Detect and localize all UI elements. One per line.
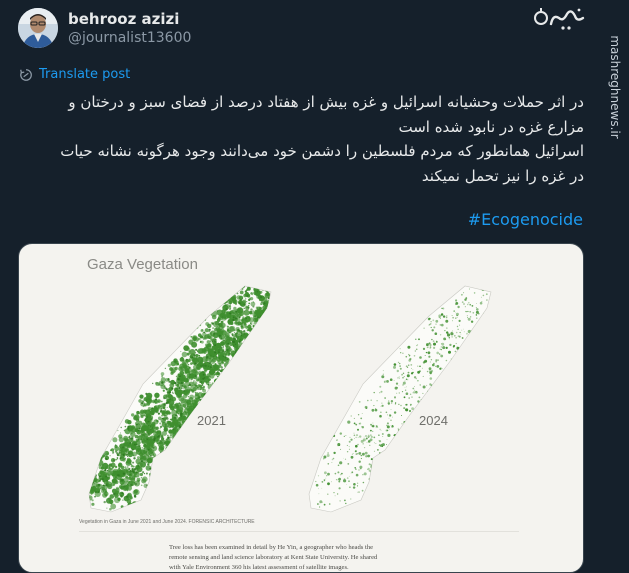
post-text: در اثر حملات وحشیانه اسرائیل و غزه بیش ا…: [18, 90, 584, 188]
post-line: در اثر حملات وحشیانه اسرائیل و غزه بیش ا…: [68, 93, 584, 111]
article-line: with Yale Environment 360 his latest ass…: [169, 564, 349, 571]
avatar-image: [18, 8, 58, 48]
post-line: اسرائیل همانطور که مردم فلسطین را دشمن خ…: [60, 142, 584, 160]
divider: [79, 531, 519, 532]
article-line: remote sensing and land science laborato…: [169, 554, 378, 561]
mashregh-logo-icon: [533, 4, 589, 34]
post-media-image[interactable]: Gaza Vegetation 2021 2024 Vegetation in …: [18, 243, 584, 573]
article-line: Tree loss has been examined in detail by…: [169, 544, 374, 551]
year-label-2024: 2024: [419, 413, 448, 428]
author-handle[interactable]: @journalist13600: [68, 30, 191, 46]
translate-icon: [20, 68, 32, 81]
article-text: Tree loss has been examined in detail by…: [169, 543, 429, 572]
post-line: مزارع غزه در نابود شده است: [398, 117, 584, 136]
watermark-text: mashreghnews.ir: [608, 35, 622, 139]
hashtag-link[interactable]: #Ecogenocide: [468, 210, 583, 229]
year-label-2021: 2021: [197, 413, 226, 428]
avatar[interactable]: [18, 8, 58, 48]
gaza-map-2021: [88, 285, 272, 513]
figure-caption: Vegetation in Gaza in June 2021 and June…: [79, 519, 255, 525]
mashreghnews-watermark: mashreghnews.ir: [603, 12, 627, 162]
gaza-map-2024: [308, 285, 492, 513]
translate-post-label: Translate post: [39, 67, 131, 82]
translate-post-link[interactable]: Translate post: [19, 67, 130, 82]
author-name[interactable]: behrooz azizi: [68, 10, 179, 28]
post-header: behrooz azizi @journalist13600: [18, 8, 578, 53]
post-line: در غزه را نیز تحمل نمیکند: [421, 166, 584, 185]
